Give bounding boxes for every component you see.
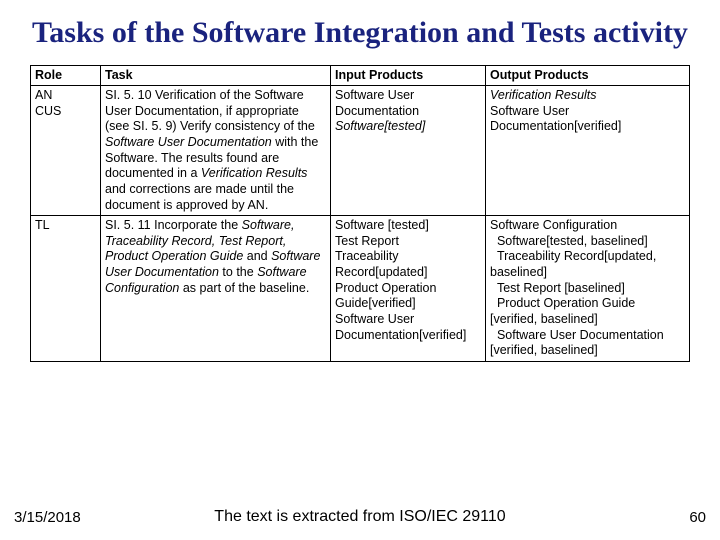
table-row: TL SI. 5. 11 Incorporate the Software, T… bbox=[31, 216, 690, 362]
footer-page: 60 bbox=[689, 509, 706, 526]
table-row: AN CUS SI. 5. 10 Verification of the Sof… bbox=[31, 86, 690, 216]
cell-role: TL bbox=[31, 216, 101, 362]
cell-input: Software [tested]Test ReportTraceability… bbox=[331, 216, 486, 362]
header-task: Task bbox=[101, 65, 331, 86]
footer: 3/15/2018 The text is extracted from ISO… bbox=[0, 508, 720, 526]
cell-role: AN CUS bbox=[31, 86, 101, 216]
header-role: Role bbox=[31, 65, 101, 86]
cell-output: Software Configuration Software[tested, … bbox=[486, 216, 690, 362]
slide-title: Tasks of the Software Integration and Te… bbox=[30, 16, 690, 51]
cell-input: Software User DocumentationSoftware[test… bbox=[331, 86, 486, 216]
cell-output: Verification ResultsSoftware User Docume… bbox=[486, 86, 690, 216]
table-header-row: Role Task Input Products Output Products bbox=[31, 65, 690, 86]
footer-caption: The text is extracted from ISO/IEC 29110 bbox=[0, 508, 720, 526]
header-input: Input Products bbox=[331, 65, 486, 86]
tasks-table: Role Task Input Products Output Products… bbox=[30, 65, 690, 362]
footer-date: 3/15/2018 bbox=[14, 509, 81, 526]
cell-task: SI. 5. 11 Incorporate the Software, Trac… bbox=[101, 216, 331, 362]
slide: Tasks of the Software Integration and Te… bbox=[0, 0, 720, 540]
header-output: Output Products bbox=[486, 65, 690, 86]
cell-task: SI. 5. 10 Verification of the Software U… bbox=[101, 86, 331, 216]
